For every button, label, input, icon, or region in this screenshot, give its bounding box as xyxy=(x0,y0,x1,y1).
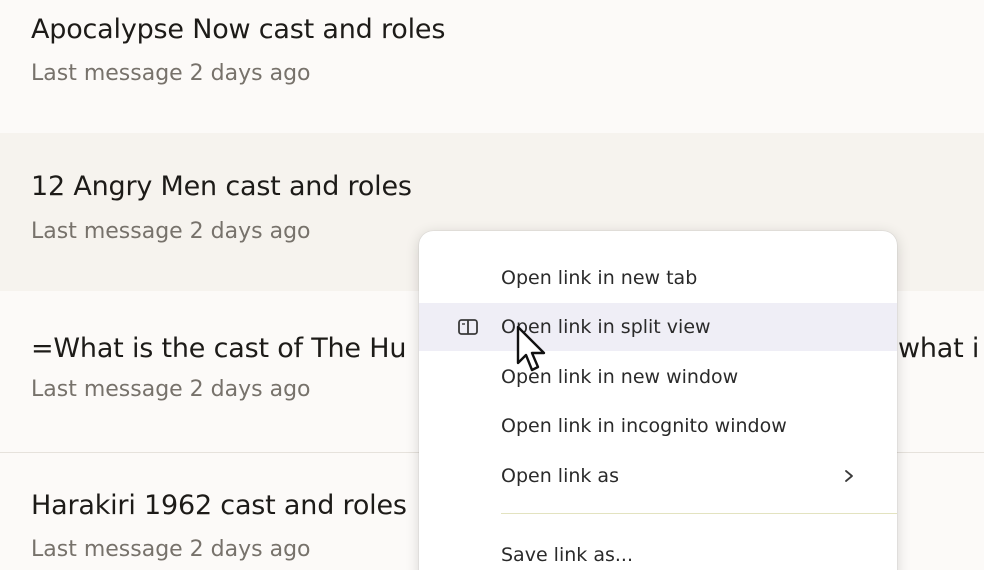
link-context-menu: Open link in new tab Open link in split … xyxy=(419,231,897,570)
chat-last-message: Last message 2 days ago xyxy=(31,219,311,244)
menu-item-save-link-as[interactable]: Save link as... xyxy=(419,531,897,570)
chat-title: Harakiri 1962 cast and roles xyxy=(31,490,407,521)
chat-last-message: Last message 2 days ago xyxy=(31,377,311,402)
split-view-icon xyxy=(457,317,479,337)
chevron-right-icon xyxy=(843,466,855,486)
menu-item-label: Open link as xyxy=(501,465,619,487)
chat-history-page: Apocalypse Now cast and roles Last messa… xyxy=(0,0,984,570)
menu-item-open-split-view[interactable]: Open link in split view xyxy=(419,303,897,351)
chat-title: =What is the cast of The Hu xyxy=(31,333,407,364)
menu-item-open-incognito[interactable]: Open link in incognito window xyxy=(419,402,897,450)
chat-last-message: Last message 2 days ago xyxy=(31,537,311,562)
mouse-pointer-icon xyxy=(515,325,549,377)
menu-item-label: Open link in incognito window xyxy=(501,415,787,437)
menu-separator xyxy=(501,513,897,514)
chat-title-overflow: what i xyxy=(898,333,980,364)
chat-list-item[interactable]: Apocalypse Now cast and roles Last messa… xyxy=(0,0,984,133)
chat-last-message: Last message 2 days ago xyxy=(31,61,311,86)
menu-item-label: Open link in new tab xyxy=(501,267,698,289)
chat-title: 12 Angry Men cast and roles xyxy=(31,171,412,202)
chat-title: Apocalypse Now cast and roles xyxy=(31,14,446,45)
menu-item-open-new-window[interactable]: Open link in new window xyxy=(419,353,897,401)
menu-item-open-link-as[interactable]: Open link as xyxy=(419,452,897,500)
menu-item-open-new-tab[interactable]: Open link in new tab xyxy=(419,254,897,302)
menu-item-label: Save link as... xyxy=(501,544,633,566)
